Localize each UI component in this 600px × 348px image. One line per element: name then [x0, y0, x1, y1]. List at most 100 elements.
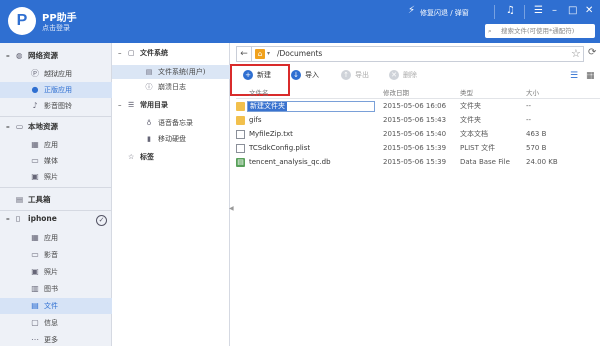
- tree-item-voice-memos[interactable]: ♁ 语音备忘录: [112, 116, 230, 130]
- sidebar-item-local-apps[interactable]: ▦ 应用: [0, 137, 112, 153]
- grid-icon: ▦: [31, 233, 39, 242]
- sidebar-item-device-files[interactable]: ▤ 文件: [0, 298, 112, 314]
- media-icon: ▭: [31, 250, 39, 259]
- fix-crash-button[interactable]: 修复闪退 / 弹窗: [420, 8, 469, 18]
- delete-button[interactable]: ✕ 删除: [389, 69, 417, 81]
- top-bar: P PP助手 点击登录 ⚡ 修复闪退 / 弹窗 ♫ ☰ – □ ✕ 搜索文件(可…: [0, 0, 600, 43]
- star-icon: ☆: [128, 153, 135, 161]
- collapse-icon[interactable]: –: [118, 98, 128, 112]
- column-name[interactable]: 文件名: [249, 88, 269, 99]
- sidebar-item-jailbreak-apps[interactable]: Ⓟ 越狱应用: [0, 66, 112, 82]
- column-size[interactable]: 大小: [526, 88, 539, 99]
- bookmark-star-icon[interactable]: ☆: [571, 47, 581, 60]
- login-link[interactable]: 点击登录: [42, 23, 70, 33]
- list-icon: ☰: [128, 101, 135, 109]
- tree-section-tags[interactable]: ☆ 标签: [112, 150, 230, 164]
- sidebar-item-device-media[interactable]: ▭ 影音: [0, 247, 112, 263]
- sidebar: – ◍ 网络资源 Ⓟ 越狱应用 ● 正版应用 ♪ 影音图铃 – ▭ 本地资源 ▦ 应用 ▭ 媒体 …: [0, 43, 112, 346]
- music-icon[interactable]: ♫: [506, 5, 515, 16]
- usb-icon: ▮: [147, 135, 151, 143]
- table-row[interactable]: MyfileZip.txt 2015-05-06 15:40 文本文档 463 …: [236, 128, 600, 141]
- globe-icon: ◍: [16, 51, 23, 60]
- toolbox-icon: ▤: [16, 195, 24, 204]
- database-file-icon: ▤: [236, 158, 245, 167]
- column-type[interactable]: 类型: [460, 88, 473, 99]
- minimize-icon[interactable]: –: [552, 5, 557, 16]
- list-view-icon[interactable]: ☰: [570, 71, 578, 81]
- phone-icon: ▯: [16, 214, 21, 223]
- section-local[interactable]: – ▭ 本地资源: [0, 118, 112, 136]
- sidebar-item-device-messages[interactable]: ▢ 信息: [0, 315, 112, 331]
- table-row[interactable]: 新建文件夹 2015-05-06 16:06 文件夹 --: [236, 100, 600, 113]
- tree-section-filesystem[interactable]: – ▢ 文件系统: [112, 46, 230, 60]
- table-row[interactable]: ▤ tencent_analysis_qc.db 2015-05-06 15:3…: [236, 156, 600, 169]
- sidebar-item-local-media[interactable]: ▭ 媒体: [0, 153, 112, 169]
- tree-section-common[interactable]: – ☰ 常用目录: [112, 98, 230, 112]
- file-icon: ▤: [31, 301, 39, 310]
- column-date[interactable]: 修改日期: [383, 88, 409, 99]
- photo-icon: ▣: [31, 267, 39, 276]
- table-row[interactable]: gifs 2015-05-06 15:43 文件夹 --: [236, 114, 600, 127]
- chevron-down-icon[interactable]: ▾: [267, 47, 270, 61]
- sidebar-item-device-books[interactable]: ▥ 图书: [0, 281, 112, 297]
- import-icon: ↓: [291, 70, 301, 80]
- folder-icon: [236, 116, 245, 125]
- table-header: 文件名 修改日期 类型 大小: [236, 88, 600, 99]
- back-button[interactable]: ←: [237, 47, 252, 61]
- folder-icon: [236, 102, 245, 111]
- collapse-icon[interactable]: –: [6, 47, 16, 65]
- grid-view-icon[interactable]: ▦: [586, 71, 595, 81]
- apple-icon: ●: [31, 85, 39, 94]
- address-bar[interactable]: ← ⌂ ▾ /Documents: [236, 46, 584, 62]
- sidebar-item-genuine-apps[interactable]: ● 正版应用: [0, 82, 112, 98]
- sidebar-item-local-photos[interactable]: ▣ 照片: [0, 169, 112, 185]
- divider: [0, 116, 112, 117]
- sidebar-item-device-photos[interactable]: ▣ 照片: [0, 264, 112, 280]
- tree-item-mobile-disk[interactable]: ▮ 移动硬盘: [112, 132, 230, 146]
- search-icon: ⌕: [488, 27, 492, 35]
- section-network[interactable]: – ◍ 网络资源: [0, 47, 112, 65]
- text-file-icon: [236, 130, 245, 139]
- collapse-icon[interactable]: –: [6, 210, 16, 228]
- sidebar-item-media-ringtones[interactable]: ♪ 影音图铃: [0, 98, 112, 114]
- p-app-icon: Ⓟ: [31, 69, 39, 78]
- grid-icon: ▦: [31, 140, 39, 149]
- export-button[interactable]: ↑ 导出: [341, 69, 369, 81]
- menu-icon[interactable]: ☰: [534, 5, 543, 16]
- tree-item-crash-logs[interactable]: ⓘ 崩溃日志: [112, 80, 230, 94]
- message-icon: ▢: [31, 318, 39, 327]
- import-button[interactable]: ↓ 导入: [291, 69, 319, 81]
- panel-collapse-icon[interactable]: ◀: [229, 205, 234, 212]
- address-path: /Documents: [277, 49, 323, 58]
- divider: [0, 187, 112, 188]
- export-icon: ↑: [341, 70, 351, 80]
- plist-file-icon: [236, 144, 245, 153]
- folder-icon: ▤: [145, 68, 153, 76]
- maximize-icon[interactable]: □: [568, 5, 577, 16]
- sidebar-item-device-apps[interactable]: ▦ 应用: [0, 230, 112, 246]
- app-logo: P: [8, 7, 36, 35]
- app-name: PP助手: [42, 13, 77, 24]
- rename-input[interactable]: 新建文件夹: [247, 101, 375, 112]
- lightning-icon: ⚡: [408, 5, 416, 16]
- section-toolbox[interactable]: ▤ 工具箱: [0, 191, 112, 209]
- tree-panel: – ▢ 文件系统 ▤ 文件系统(用户) ⓘ 崩溃日志 – ☰ 常用目录 ♁ 语音备忘录 ▮ 移动…: [112, 43, 230, 346]
- collapse-icon[interactable]: –: [118, 46, 128, 60]
- monitor-icon: ▭: [16, 122, 24, 131]
- table-row[interactable]: TCSdkConfig.plist 2015-05-06 15:39 PLIST…: [236, 142, 600, 155]
- collapse-icon[interactable]: –: [6, 118, 16, 136]
- media-icon: ▭: [31, 156, 39, 165]
- book-icon: ▥: [31, 284, 39, 293]
- photo-icon: ▣: [31, 172, 39, 181]
- microphone-icon: ♁: [146, 119, 152, 127]
- divider: [524, 5, 525, 19]
- home-folder-icon[interactable]: ⌂: [255, 49, 265, 59]
- close-icon[interactable]: ✕: [585, 5, 593, 16]
- divider: [494, 5, 495, 19]
- refresh-icon[interactable]: ⟳: [588, 47, 596, 58]
- music-note-icon: ♪: [32, 101, 38, 110]
- checkmark-icon: ✓: [96, 215, 107, 226]
- tree-item-user-filesystem[interactable]: ▤ 文件系统(用户): [112, 65, 230, 79]
- search-input[interactable]: 搜索文件(可使用*通配符): [485, 24, 595, 38]
- warning-icon: ⓘ: [145, 83, 153, 91]
